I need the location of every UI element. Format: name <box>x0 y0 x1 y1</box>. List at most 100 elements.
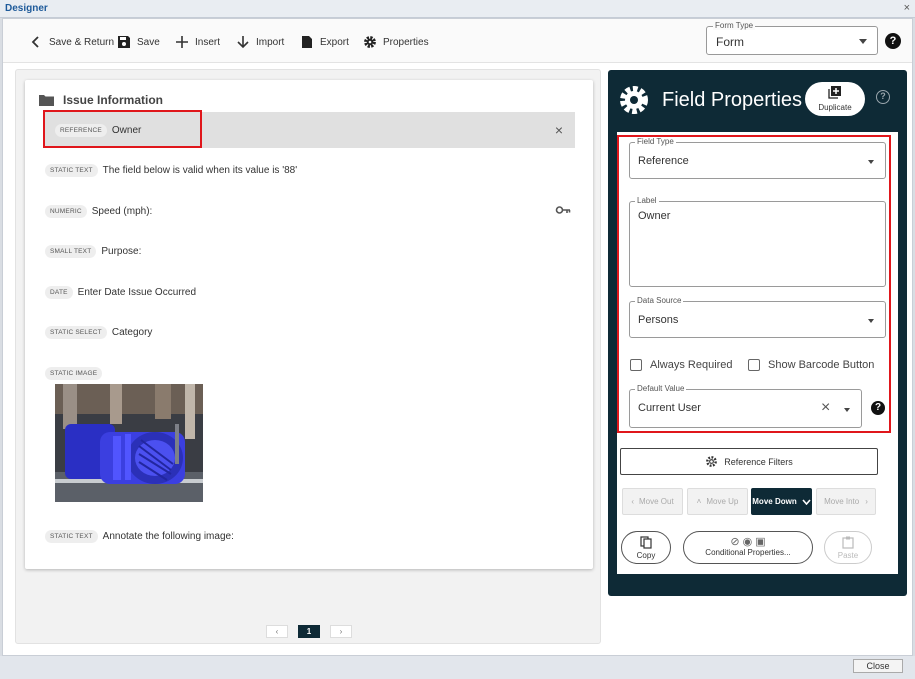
toolbar: Save & Return Save Insert Import Export … <box>3 19 912 63</box>
conditional-icons: ⊘ ◉ ▣ <box>684 535 812 548</box>
field-type-tag: STATIC TEXT <box>45 163 98 177</box>
always-required-checkbox[interactable]: Always Required <box>630 359 733 371</box>
default-value-select[interactable]: Default Value Current User × <box>629 384 862 428</box>
key-icon <box>555 205 571 215</box>
chevron-right-icon: › <box>865 497 868 506</box>
duplicate-label: Duplicate <box>818 103 852 112</box>
designer-canvas: Issue Information REFERENCE Owner × STAT… <box>15 69 601 644</box>
copy-button[interactable]: Copy <box>621 531 671 564</box>
properties-button[interactable]: Properties <box>363 33 429 51</box>
save-label: Save <box>137 36 160 48</box>
pagination: ‹ 1 › <box>266 625 352 638</box>
label-value: Owner <box>638 210 671 222</box>
machine-image <box>55 384 203 502</box>
field-date[interactable]: DATE Enter Date Issue Occurred <box>45 283 196 301</box>
next-page-button[interactable]: › <box>330 625 352 638</box>
folder-icon <box>39 94 54 106</box>
field-numeric[interactable]: NUMERIC Speed (mph): <box>45 202 152 220</box>
label-textarea[interactable]: Label Owner <box>629 196 886 287</box>
move-down-label: Move Down <box>752 497 797 506</box>
gear-icon <box>364 36 376 48</box>
document-icon <box>302 36 312 48</box>
import-label: Import <box>256 36 285 48</box>
window-titlebar: Designer × <box>0 0 915 18</box>
window-title: Designer <box>5 3 48 14</box>
duplicate-button[interactable]: Duplicate <box>805 82 865 116</box>
field-static-text[interactable]: STATIC TEXT The field below is valid whe… <box>45 161 297 179</box>
page-1-button[interactable]: 1 <box>298 625 320 638</box>
export-button[interactable]: Export <box>300 33 349 51</box>
move-into-label: Move Into <box>824 497 860 506</box>
field-label: Annotate the following image: <box>102 530 234 542</box>
help-icon[interactable]: ? <box>871 401 885 415</box>
duplicate-icon <box>828 86 841 99</box>
designer-window: Save & Return Save Insert Import Export … <box>2 18 913 656</box>
move-out-button[interactable]: ‹ Move Out <box>622 488 683 515</box>
export-label: Export <box>320 36 349 48</box>
gear-icon <box>706 456 718 467</box>
conditional-properties-button[interactable]: ⊘ ◉ ▣ Conditional Properties... <box>683 531 813 564</box>
remove-field-icon[interactable]: × <box>555 122 563 138</box>
help-icon[interactable]: ? <box>885 33 901 49</box>
check-circle-icon: ⊘ <box>730 536 740 548</box>
field-properties-panel: Field Properties Duplicate ? Field Type … <box>608 70 907 596</box>
form-section: Issue Information REFERENCE Owner × STAT… <box>25 80 593 569</box>
clipboard-icon <box>842 536 854 549</box>
insert-label: Insert <box>195 36 221 48</box>
field-type-tag: SMALL TEXT <box>45 244 97 258</box>
save-return-label: Save & Return <box>49 36 115 48</box>
field-static-select[interactable]: STATIC SELECT Category <box>45 323 152 341</box>
field-label: Enter Date Issue Occurred <box>77 286 197 298</box>
close-button[interactable]: Close <box>853 659 903 673</box>
reference-filters-button[interactable]: Reference Filters <box>620 448 878 475</box>
field-type-legend: Field Type <box>635 137 676 146</box>
reference-filters-label: Reference Filters <box>724 456 793 467</box>
insert-button[interactable]: Insert <box>175 33 220 51</box>
show-barcode-checkbox[interactable]: Show Barcode Button <box>748 359 874 371</box>
data-source-value: Persons <box>638 314 679 326</box>
highlight-box <box>43 110 202 148</box>
copy-label: Copy <box>636 551 656 560</box>
move-into-button[interactable]: Move Into › <box>816 488 876 515</box>
paste-button[interactable]: Paste <box>824 531 872 564</box>
clear-icon[interactable]: × <box>821 399 830 417</box>
save-return-button[interactable]: Save & Return <box>29 33 114 51</box>
always-required-label: Always Required <box>650 359 733 371</box>
checkbox-box <box>748 359 760 371</box>
show-barcode-label: Show Barcode Button <box>768 359 875 371</box>
field-static-text-2[interactable]: STATIC TEXT Annotate the following image… <box>45 527 234 545</box>
dropdown-caret-icon <box>859 39 867 44</box>
form-type-legend: Form Type <box>713 21 756 30</box>
field-type-tag: NUMERIC <box>45 204 87 218</box>
default-value: Current User <box>638 402 701 414</box>
properties-header: Field Properties <box>618 84 802 116</box>
section-header[interactable]: Issue Information <box>39 93 163 107</box>
form-type-select[interactable]: Form Type Form <box>706 21 878 55</box>
prev-page-button[interactable]: ‹ <box>266 625 288 638</box>
field-type-select[interactable]: Field Type Reference <box>629 137 886 179</box>
move-down-button[interactable]: Move Down <box>751 488 812 515</box>
chevron-left-icon <box>31 36 39 48</box>
field-type-tag: STATIC TEXT <box>45 529 98 543</box>
lock-icon: ▣ <box>755 536 766 548</box>
checkbox-box <box>630 359 642 371</box>
data-source-select[interactable]: Data Source Persons <box>629 296 886 338</box>
move-out-label: Move Out <box>638 497 674 506</box>
gear-icon <box>620 86 648 114</box>
move-up-label: Move Up <box>706 497 739 506</box>
label-legend: Label <box>635 196 659 205</box>
field-label: Category <box>111 326 153 338</box>
field-label: Purpose: <box>101 245 142 257</box>
import-button[interactable]: Import <box>236 33 284 51</box>
help-circle-icon[interactable]: ? <box>876 90 890 104</box>
field-type-tag: DATE <box>45 285 73 299</box>
window-close-icon[interactable]: × <box>904 2 910 14</box>
save-button[interactable]: Save <box>117 33 160 51</box>
conditional-label: Conditional Properties... <box>705 548 791 557</box>
field-label: The field below is valid when its value … <box>102 164 298 176</box>
plus-icon <box>176 36 188 48</box>
field-static-image[interactable]: STATIC IMAGE <box>45 364 107 382</box>
default-value-legend: Default Value <box>635 384 687 393</box>
move-up-button[interactable]: ˄ Move Up <box>687 488 748 515</box>
field-small-text[interactable]: SMALL TEXT Purpose: <box>45 242 141 260</box>
